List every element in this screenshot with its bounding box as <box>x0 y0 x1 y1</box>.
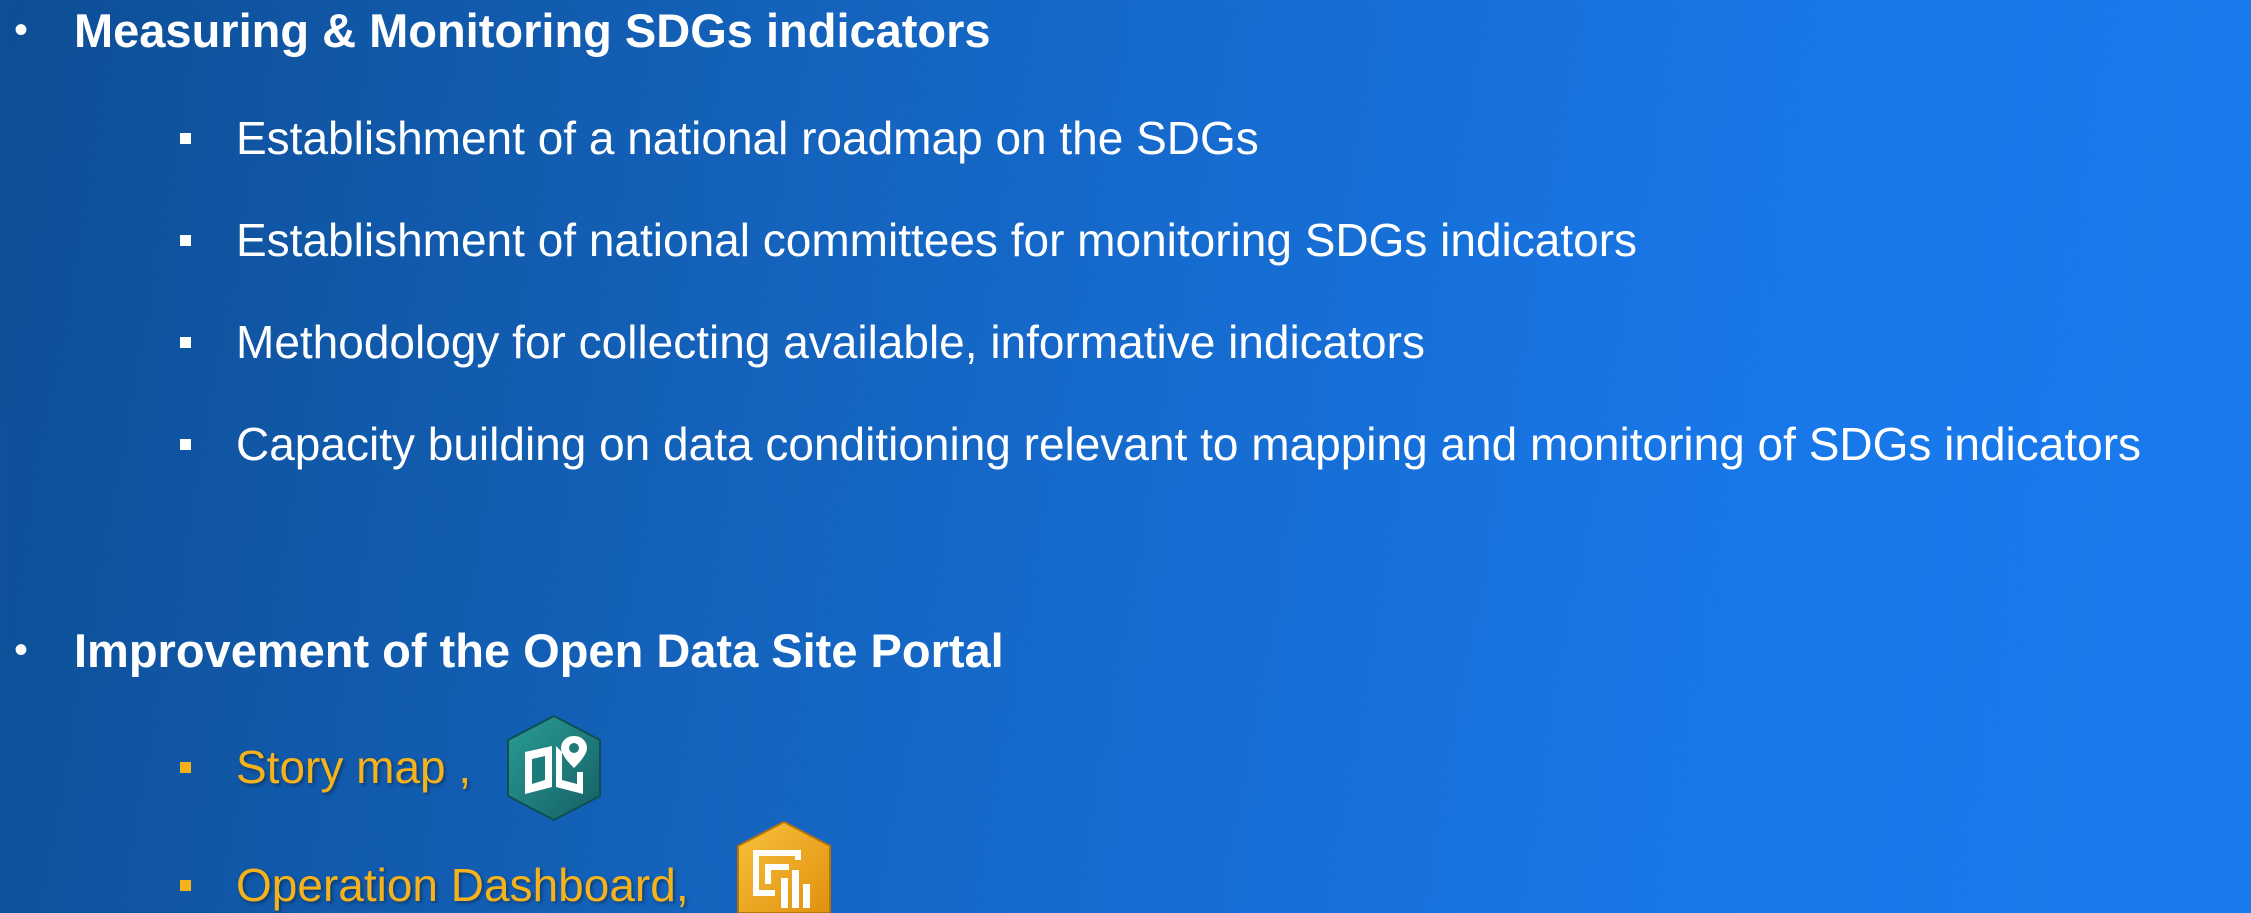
list-item-operation-dashboard: Operation Dashboard, <box>180 855 689 913</box>
list-item-text: Establishment of a national roadmap on t… <box>236 112 1259 164</box>
story-map-icon[interactable] <box>505 714 603 822</box>
section1-title: Measuring & Monitoring SDGs indicators <box>74 3 991 57</box>
square-bullet-icon <box>180 438 191 450</box>
list-item: Establishment of a national roadmap on t… <box>180 108 1259 168</box>
section2-title: Improvement of the Open Data Site Portal <box>74 623 1004 677</box>
square-bullet-icon <box>180 336 191 348</box>
bullet: • <box>14 7 29 52</box>
list-item-text: Story map , <box>236 741 472 793</box>
list-item: Capacity building on data conditioning r… <box>180 414 2141 474</box>
list-item-text: Operation Dashboard, <box>236 859 689 911</box>
square-bullet-icon <box>180 132 191 144</box>
square-bullet-icon <box>180 879 191 891</box>
square-bullet-icon <box>180 234 191 246</box>
bullet: • <box>14 627 29 672</box>
list-item-text: Capacity building on data conditioning r… <box>236 418 2142 470</box>
list-item-story-map: Story map , <box>180 737 471 797</box>
list-item-text: Establishment of national committees for… <box>236 214 1638 266</box>
list-item: Establishment of national committees for… <box>180 210 1637 270</box>
list-item-text: Methodology for collecting available, in… <box>236 316 1425 368</box>
section1-heading: • Measuring & Monitoring SDGs indicators <box>14 0 991 60</box>
operations-dashboard-icon[interactable] <box>735 820 833 913</box>
square-bullet-icon <box>180 761 191 773</box>
slide: • Measuring & Monitoring SDGs indicators… <box>0 0 2251 913</box>
section2-heading: • Improvement of the Open Data Site Port… <box>14 620 1004 680</box>
list-item: Methodology for collecting available, in… <box>180 312 1425 372</box>
